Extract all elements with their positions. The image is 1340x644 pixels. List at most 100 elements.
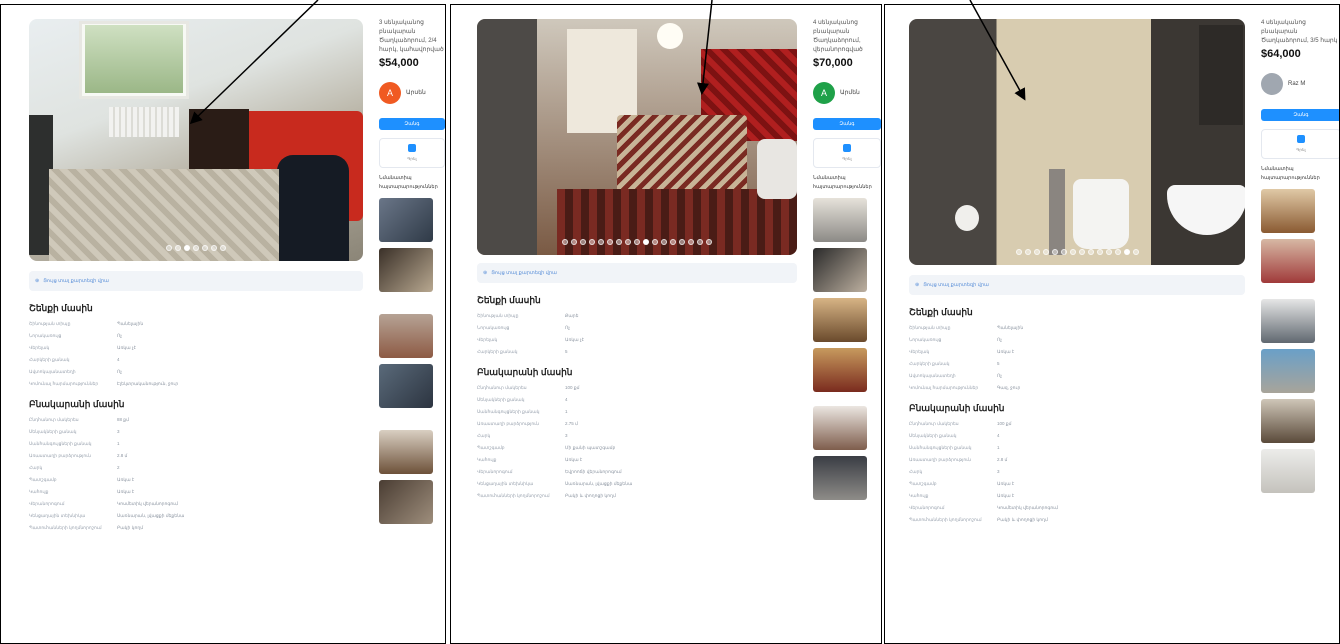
pagination-dot[interactable] bbox=[1078, 249, 1085, 255]
agent-card[interactable]: Raz M bbox=[1261, 73, 1339, 95]
similar-thumbnail[interactable] bbox=[379, 248, 433, 292]
pagination-dot[interactable] bbox=[598, 239, 604, 245]
pagination-dot[interactable] bbox=[1024, 249, 1031, 255]
call-button[interactable]: Զանգ bbox=[1261, 109, 1339, 121]
detail-row: Պատշգամբ Առկա է bbox=[909, 480, 1245, 487]
detail-key: Ընդհանուր մակերես bbox=[909, 421, 959, 426]
message-icon bbox=[843, 143, 851, 152]
similar-thumbnail[interactable] bbox=[1261, 299, 1315, 343]
pagination-dot[interactable] bbox=[193, 245, 199, 251]
pagination-dot[interactable] bbox=[616, 239, 622, 245]
similar-thumbnail[interactable] bbox=[813, 248, 867, 292]
pagination-dot[interactable] bbox=[589, 239, 595, 245]
detail-value: Գազ, ջուր bbox=[997, 385, 1021, 390]
detail-key: Կահույք bbox=[29, 489, 49, 494]
similar-thumbnail[interactable] bbox=[1261, 189, 1315, 233]
detail-value: 88 քմ bbox=[117, 417, 129, 422]
listing-photo[interactable] bbox=[477, 19, 797, 255]
apartment-rows: Ընդհանուր մակերես 100 քմ Սենյակների քանակ 4… bbox=[909, 420, 1245, 523]
pagination-dot[interactable] bbox=[1087, 249, 1094, 255]
listing-photo[interactable] bbox=[909, 19, 1245, 265]
call-button[interactable]: Զանգ bbox=[813, 118, 881, 130]
message-icon bbox=[408, 143, 416, 152]
pagination-dot[interactable] bbox=[652, 239, 658, 245]
pagination-dot[interactable] bbox=[1105, 249, 1112, 255]
similar-thumbnail[interactable] bbox=[813, 298, 867, 342]
pagination-dot[interactable] bbox=[1114, 249, 1121, 255]
similar-thumbnail[interactable] bbox=[379, 430, 433, 474]
similar-thumbnail[interactable] bbox=[813, 348, 867, 392]
similar-thumbnail[interactable] bbox=[813, 198, 867, 242]
similar-thumbnail[interactable] bbox=[813, 456, 867, 500]
pagination-dot[interactable] bbox=[706, 239, 712, 245]
detail-value: Առկա է bbox=[997, 349, 1015, 354]
pagination-dot[interactable] bbox=[562, 239, 568, 245]
pagination-dot[interactable] bbox=[1033, 249, 1040, 255]
pagination-dot[interactable] bbox=[643, 239, 649, 245]
pagination-dot[interactable] bbox=[184, 245, 190, 251]
pagination-dot[interactable] bbox=[661, 239, 667, 245]
detail-key: Կոմունալ հարմարություններ bbox=[29, 381, 99, 386]
similar-thumbnail[interactable] bbox=[1261, 449, 1315, 493]
pagination-dot[interactable] bbox=[1123, 249, 1130, 255]
similar-thumbnail[interactable] bbox=[379, 198, 433, 242]
pagination-dot[interactable] bbox=[1015, 249, 1022, 255]
detail-value: 3 bbox=[117, 429, 120, 434]
pagination-dot[interactable] bbox=[220, 245, 226, 251]
pagination-dot[interactable] bbox=[697, 239, 703, 245]
listing-photo[interactable] bbox=[29, 19, 363, 261]
detail-row: Կահույք Առկա է bbox=[477, 456, 797, 463]
detail-value: Էլեկտրականություն, ջուր bbox=[117, 381, 179, 386]
listing-description: 3 սենյականոց բնակարան Ծաղկաձորում, 2/4 հ… bbox=[379, 20, 444, 53]
pagination-dot[interactable] bbox=[1096, 249, 1103, 255]
similar-thumbnail[interactable] bbox=[379, 364, 433, 408]
detail-key: Սենյակների քանակ bbox=[477, 397, 525, 402]
pagination-dot[interactable] bbox=[1069, 249, 1076, 255]
apartment-section-title: Բնակարանի մասին bbox=[29, 399, 125, 409]
similar-thumbnail[interactable] bbox=[1261, 399, 1315, 443]
call-button[interactable]: Զանգ bbox=[379, 118, 445, 130]
pagination-dot[interactable] bbox=[571, 239, 577, 245]
similar-thumbnail[interactable] bbox=[379, 480, 433, 524]
detail-key: Պատշգամբ bbox=[29, 477, 57, 482]
similar-thumbnail[interactable] bbox=[1261, 239, 1315, 283]
message-button[interactable]: Գրել bbox=[379, 138, 445, 168]
pagination-dot[interactable] bbox=[166, 245, 172, 251]
pagination-dot[interactable] bbox=[1042, 249, 1049, 255]
listing-price: $64,000 bbox=[1261, 48, 1301, 60]
detail-value: 4 bbox=[117, 357, 120, 362]
detail-key: Պատշգամբ bbox=[909, 481, 937, 486]
pagination-dot[interactable] bbox=[1132, 249, 1139, 255]
similar-thumbnail[interactable] bbox=[813, 406, 867, 450]
detail-value: Պանելային bbox=[117, 321, 144, 326]
pagination-dot[interactable] bbox=[211, 245, 217, 251]
pagination-dot[interactable] bbox=[625, 239, 631, 245]
similar-thumbnail[interactable] bbox=[1261, 349, 1315, 393]
pagination-dot[interactable] bbox=[688, 239, 694, 245]
photo-pagination[interactable] bbox=[909, 249, 1245, 255]
pagination-dot[interactable] bbox=[1060, 249, 1067, 255]
pagination-dot[interactable] bbox=[607, 239, 613, 245]
pagination-dot[interactable] bbox=[580, 239, 586, 245]
pagination-dot[interactable] bbox=[202, 245, 208, 251]
photo-pagination[interactable] bbox=[477, 239, 797, 245]
show-on-map-link[interactable]: ⊕ Ցույց տալ քարտեզի վրա bbox=[477, 263, 797, 283]
agent-card[interactable]: A Արմեն bbox=[813, 82, 881, 104]
pagination-dot[interactable] bbox=[679, 239, 685, 245]
detail-value: Առկա է bbox=[997, 481, 1015, 486]
detail-row: Պատշգամբ Առկա է bbox=[29, 476, 363, 483]
pagination-dot[interactable] bbox=[634, 239, 640, 245]
listing-panel-2: 4 սենյականոց բնակարան Ծաղկաձորում, վերան… bbox=[450, 4, 882, 644]
agent-card[interactable]: A Արսեն bbox=[379, 82, 445, 104]
show-on-map-link[interactable]: ⊕ Ցույց տալ քարտեզի վրա bbox=[909, 275, 1245, 295]
similar-thumbnail[interactable] bbox=[379, 314, 433, 358]
message-button[interactable]: Գրել bbox=[813, 138, 881, 168]
message-button[interactable]: Գրել bbox=[1261, 129, 1339, 159]
show-on-map-link[interactable]: ⊕ Ցույց տալ քարտեզի վրա bbox=[29, 271, 363, 291]
pagination-dot[interactable] bbox=[1051, 249, 1058, 255]
pagination-dot[interactable] bbox=[175, 245, 181, 251]
photo-pagination[interactable] bbox=[29, 245, 363, 251]
detail-key: Պատուհանների կողմնորոշում bbox=[909, 517, 982, 522]
detail-key: Վերելակ bbox=[909, 349, 930, 354]
pagination-dot[interactable] bbox=[670, 239, 676, 245]
